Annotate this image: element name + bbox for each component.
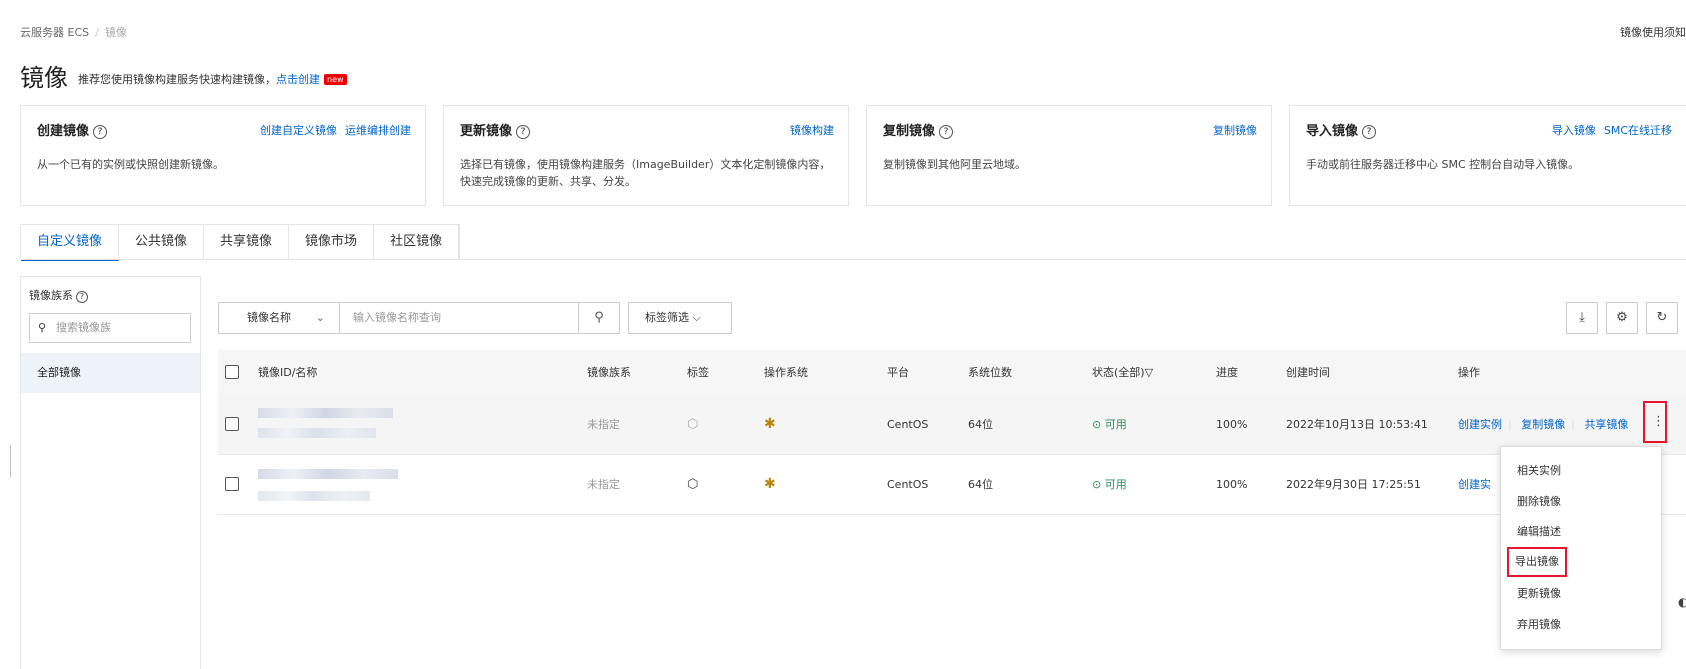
download-icon: ⤓: [1579, 310, 1585, 325]
check-circle-icon: ⊙: [1092, 418, 1102, 431]
table-row: 未指定 ⬡ ✱ CentOS 64位 ⊙ 可用 100% 2022年9月30日 …: [218, 455, 1686, 515]
image-id-link[interactable]: [258, 408, 393, 418]
centos-icon: ✱: [764, 476, 776, 492]
chevron-down-icon: ⌄: [315, 311, 325, 324]
menu-item-export-image[interactable]: 导出镜像: [1507, 547, 1567, 577]
search-icon: ⚲: [594, 310, 604, 325]
search-icon: ⚲: [38, 321, 47, 334]
tab-custom-image[interactable]: 自定义镜像: [21, 225, 120, 261]
col-tags: 标签: [687, 366, 709, 379]
copy-image-link[interactable]: 复制镜像: [1521, 418, 1565, 431]
menu-item-related-instances[interactable]: 相关实例: [1513, 460, 1565, 482]
col-family: 镜像族系: [587, 366, 631, 379]
col-actions: 操作: [1458, 366, 1480, 379]
new-badge: new: [324, 74, 347, 85]
status-badge: ⊙ 可用: [1092, 418, 1127, 431]
refresh-icon: ↻: [1656, 310, 1668, 325]
card-create-image: 创建镜像? 创建自定义镜像 运维编排创建 从一个已有的实例或快照创建新镜像。: [20, 105, 426, 206]
card-desc: 复制镜像到其他阿里云地域。: [883, 158, 1026, 171]
table-header: 镜像ID/名称 镜像族系 标签 操作系统 平台 系统位数 状态(全部)▽ 进度 …: [218, 350, 1686, 395]
filter-icon: ▽: [1144, 366, 1154, 379]
copy-image-link[interactable]: 复制镜像: [1213, 124, 1257, 137]
check-circle-icon: ⊙: [1092, 478, 1102, 491]
col-bits: 系统位数: [968, 366, 1012, 379]
help-icon[interactable]: ?: [76, 291, 88, 303]
tag-icon[interactable]: ⬡: [687, 395, 698, 454]
image-name: [258, 491, 370, 501]
page-title: 镜像: [20, 64, 68, 92]
breadcrumb-current: 镜像: [104, 26, 127, 39]
col-created: 创建时间: [1286, 366, 1330, 379]
select-all-checkbox[interactable]: [225, 365, 239, 379]
search-field-select[interactable]: 镜像名称 ⌄: [218, 302, 340, 334]
card-desc: 从一个已有的实例或快照创建新镜像。: [37, 158, 224, 171]
card-copy-image: 复制镜像? 复制镜像 复制镜像到其他阿里云地域。: [866, 105, 1272, 206]
image-tabs: 自定义镜像 公共镜像 共享镜像 镜像市场 社区镜像: [20, 224, 461, 261]
create-link[interactable]: 点击创建: [276, 73, 320, 86]
tag-icon[interactable]: ⬡: [687, 455, 698, 514]
more-vertical-icon: ⋮: [1652, 414, 1665, 429]
menu-item-update-image[interactable]: 更新镜像: [1513, 583, 1565, 605]
card-desc: 手动或前往服务器迁移中心 SMC 控制台自动导入镜像。: [1306, 158, 1580, 171]
col-platform: 平台: [887, 366, 909, 379]
feedback-icon[interactable]: ◐: [1678, 595, 1686, 609]
help-icon[interactable]: ?: [939, 125, 954, 139]
search-button[interactable]: ⚲: [578, 302, 620, 334]
col-status-filter[interactable]: 状态(全部)▽: [1092, 350, 1153, 395]
usage-notice-link[interactable]: 镜像使用须知: [1620, 24, 1686, 40]
tab-marketplace[interactable]: 镜像市场: [289, 225, 375, 259]
tab-community-image[interactable]: 社区镜像: [374, 225, 460, 259]
image-id-link[interactable]: [258, 469, 398, 479]
card-update-image: 更新镜像? 镜像构建 选择已有镜像，使用镜像构建服务（ImageBuilder）…: [443, 105, 849, 206]
card-import-image: 导入镜像? 导入镜像 SMC在线迁移 手动或前往服务器迁移中心 SMC 控制台自动…: [1289, 105, 1686, 206]
tab-shared-image[interactable]: 共享镜像: [204, 225, 290, 259]
image-family-panel: 镜像族系? ⚲ 搜索镜像族 全部镜像: [20, 276, 201, 669]
help-icon[interactable]: ?: [1362, 125, 1377, 139]
centos-icon: ✱: [764, 416, 776, 432]
col-os: 操作系统: [764, 366, 808, 379]
smc-migrate-link[interactable]: SMC在线迁移: [1604, 124, 1672, 137]
help-icon[interactable]: ?: [93, 125, 108, 139]
family-search-input[interactable]: ⚲ 搜索镜像族: [29, 313, 191, 343]
export-button[interactable]: ⤓: [1566, 302, 1598, 334]
menu-item-deprecate-image[interactable]: 弃用镜像: [1513, 614, 1565, 636]
help-icon[interactable]: ?: [516, 125, 531, 139]
col-id-name: 镜像ID/名称: [258, 366, 318, 379]
share-image-link[interactable]: 共享镜像: [1584, 418, 1628, 431]
image-name: [258, 428, 376, 438]
breadcrumb: 云服务器 ECS / 镜像: [20, 26, 127, 39]
settings-button[interactable]: ⚙: [1606, 302, 1638, 334]
col-progress: 进度: [1216, 366, 1238, 379]
tab-divider: [20, 259, 1686, 260]
oos-create-link[interactable]: 运维编排创建: [345, 124, 411, 137]
more-actions-button[interactable]: ⋮: [1643, 401, 1667, 443]
import-image-link[interactable]: 导入镜像: [1552, 124, 1596, 137]
gear-icon: ⚙: [1616, 310, 1628, 325]
create-instance-link[interactable]: 创建实例: [1458, 418, 1502, 431]
row-checkbox[interactable]: [225, 417, 239, 431]
image-builder-link[interactable]: 镜像构建: [790, 124, 834, 137]
table-row: 未指定 ⬡ ✱ CentOS 64位 ⊙ 可用 100% 2022年10月13日…: [218, 395, 1686, 455]
breadcrumb-ecs[interactable]: 云服务器 ECS: [20, 26, 89, 39]
row-checkbox[interactable]: [225, 477, 239, 491]
tag-filter-button[interactable]: 标签筛选 ⌵: [628, 302, 732, 334]
create-custom-image-link[interactable]: 创建自定义镜像: [260, 124, 337, 137]
create-instance-link[interactable]: 创建实: [1458, 478, 1491, 491]
more-actions-menu: 相关实例 删除镜像 编辑描述 导出镜像 更新镜像 弃用镜像: [1500, 446, 1662, 650]
family-item-all[interactable]: 全部镜像: [21, 353, 200, 393]
panel-resize-handle[interactable]: [10, 445, 11, 477]
refresh-button[interactable]: ↻: [1646, 302, 1678, 334]
card-desc: 选择已有镜像，使用镜像构建服务（ImageBuilder）文本化定制镜像内容，快…: [460, 158, 831, 188]
page-subtitle: 推荐您使用镜像构建服务快速构建镜像，点击创建 new: [78, 71, 347, 87]
status-badge: ⊙ 可用: [1092, 478, 1127, 491]
chevron-down-icon: ⌵: [692, 311, 701, 324]
image-name-search-input[interactable]: 输入镜像名称查询: [339, 302, 579, 334]
menu-item-delete-image[interactable]: 删除镜像: [1513, 491, 1565, 513]
tab-public-image[interactable]: 公共镜像: [119, 225, 205, 259]
menu-item-edit-description[interactable]: 编辑描述: [1513, 521, 1565, 543]
